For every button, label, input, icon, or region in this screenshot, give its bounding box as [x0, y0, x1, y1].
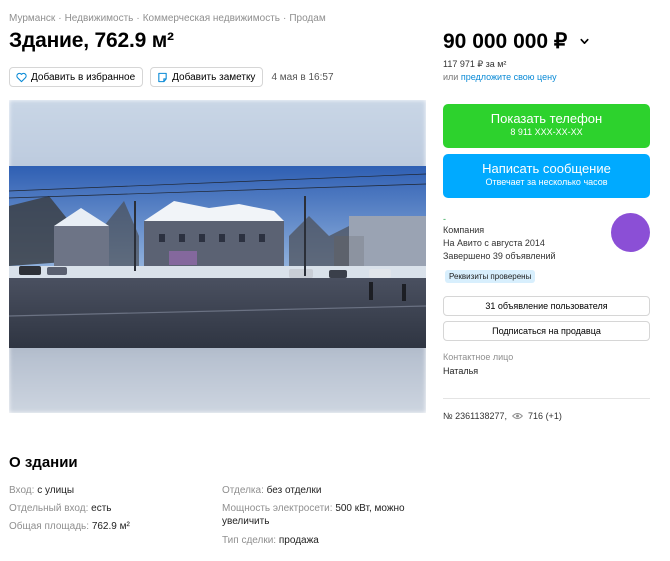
contact-person-name: Наталья	[443, 366, 479, 376]
write-message-label: Написать сообщение	[482, 161, 611, 176]
param-power: Мощность электросети: 500 кВт, можно	[222, 503, 405, 514]
response-time: Отвечает за несколько часов	[485, 177, 608, 187]
listing-actions: Добавить в избранное Добавить заметку 4 …	[9, 67, 334, 87]
subscribe-button[interactable]: Подписаться на продавца	[443, 321, 650, 341]
param-entrance: Вход: с улицы	[9, 485, 75, 496]
price-per-sqm: 117 971 ₽ за м²	[443, 59, 507, 69]
listing-photo[interactable]	[9, 100, 426, 413]
phone-number-masked: 8 911 XXX-XX-XX	[510, 127, 583, 137]
heart-icon	[16, 72, 27, 82]
divider	[443, 398, 650, 399]
param-deal-type: Тип сделки: продажа	[222, 535, 319, 546]
price-value: 90 000 000 ₽	[443, 30, 568, 53]
param-separate-entrance: Отдельный вход: есть	[9, 503, 112, 514]
add-note-button[interactable]: Добавить заметку	[150, 67, 264, 87]
add-to-favorites-button[interactable]: Добавить в избранное	[9, 67, 144, 87]
avatar[interactable]	[611, 213, 650, 252]
building-photo	[9, 166, 426, 348]
ad-meta: № 2361138277, 716 (+1)	[443, 411, 562, 421]
note-icon	[158, 72, 167, 82]
write-message-button[interactable]: Написать сообщение Отвечает за несколько…	[443, 154, 650, 198]
show-phone-label: Показать телефон	[490, 111, 603, 126]
contact-person-label: Контактное лицо	[443, 352, 514, 362]
ad-number: № 2361138277,	[443, 411, 508, 421]
seller-since: На Авито с августа 2014	[443, 238, 545, 248]
about-building-title: О здании	[9, 454, 78, 471]
param-finishing: Отделка: без отделки	[222, 485, 322, 496]
verified-badge: Реквизиты проверены	[445, 270, 536, 283]
suggest-prefix: или	[443, 72, 459, 82]
page-title: Здание, 762.9 м²	[9, 29, 174, 52]
breadcrumb-item-commercial[interactable]: Коммерческая недвижимость	[143, 13, 280, 24]
breadcrumb-item-sell[interactable]: Продам	[289, 13, 325, 24]
breadcrumb-item-realty[interactable]: Недвижимость	[65, 13, 134, 24]
param-power-cont: увеличить	[222, 516, 270, 527]
chevron-down-icon[interactable]	[579, 36, 590, 47]
seller-type: Компания	[443, 225, 485, 235]
price-block[interactable]: 90 000 000 ₽	[443, 29, 590, 54]
add-to-favorites-label: Добавить в избранное	[31, 71, 136, 83]
suggest-price-link[interactable]: предложите свою цену	[461, 72, 557, 82]
suggest-price: или предложите свою цену	[443, 72, 557, 82]
views-count: 716 (+1)	[528, 411, 562, 421]
eye-icon	[512, 413, 524, 419]
seller-name[interactable]: -	[443, 214, 556, 224]
seller-info: - Компания На Авито с августа 2014 Завер…	[443, 214, 556, 263]
param-total-area: Общая площадь: 762.9 м²	[9, 521, 130, 532]
seller-completed: Завершено 39 объявлений	[443, 251, 556, 261]
add-note-label: Добавить заметку	[172, 71, 256, 83]
show-phone-button[interactable]: Показать телефон 8 911 XXX-XX-XX	[443, 104, 650, 148]
breadcrumb-item-city[interactable]: Мурманск	[9, 13, 55, 24]
user-ads-button[interactable]: 31 объявление пользователя	[443, 296, 650, 316]
publish-date: 4 мая в 16:57	[271, 71, 334, 83]
breadcrumb: Мурманск · Недвижимость · Коммерческая недви…	[9, 13, 326, 24]
